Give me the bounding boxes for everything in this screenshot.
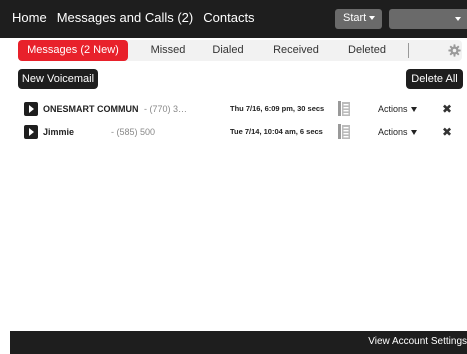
top-navigation-bar: Home Messages and Calls (2) Contacts Sta…: [0, 0, 467, 38]
nav-home[interactable]: Home: [12, 10, 47, 25]
main-nav: Home Messages and Calls (2) Contacts: [12, 10, 255, 25]
delete-icon[interactable]: ✖: [442, 126, 452, 138]
actions-dropdown[interactable]: Actions: [378, 104, 417, 114]
actions-label: Actions: [378, 104, 408, 114]
caller-name: ONESMART COMMUN: [43, 104, 139, 114]
actions-label: Actions: [378, 127, 408, 137]
start-dropdown-button[interactable]: Start: [335, 9, 382, 29]
caller-number: - (585) 500: [111, 127, 156, 137]
gear-icon[interactable]: [448, 44, 461, 57]
tab-missed[interactable]: Missed: [136, 40, 200, 61]
voicemail-row: ONESMART COMMUN - (770) 3… Thu 7/16, 6:0…: [24, 101, 464, 118]
delete-all-button[interactable]: Delete All: [406, 69, 463, 89]
tab-dialed[interactable]: Dialed: [203, 40, 253, 61]
message-tabs: Messages (2 New) Missed Dialed Received …: [18, 40, 462, 61]
tab-deleted[interactable]: Deleted: [336, 40, 398, 61]
delete-icon[interactable]: ✖: [442, 103, 452, 115]
new-voicemail-button[interactable]: New Voicemail: [18, 69, 98, 89]
transcript-icon[interactable]: [338, 124, 350, 139]
play-icon[interactable]: [24, 102, 38, 116]
transcript-icon[interactable]: [338, 101, 350, 116]
footer-bar: View Account Settings: [10, 331, 467, 354]
caller-number: - (770) 3…: [144, 104, 188, 114]
play-icon[interactable]: [24, 125, 38, 139]
voicemail-date: Thu 7/16, 6:09 pm, 30 secs: [230, 104, 325, 113]
voicemail-date: Tue 7/14, 10:04 am, 6 secs: [230, 127, 323, 136]
start-label: Start: [343, 12, 367, 24]
account-dropdown-button[interactable]: [389, 9, 467, 29]
nav-contacts[interactable]: Contacts: [203, 10, 254, 25]
tab-received[interactable]: Received: [261, 40, 331, 61]
triangle-down-icon: [410, 130, 417, 136]
nav-messages-and-calls[interactable]: Messages and Calls (2): [57, 10, 194, 25]
actions-dropdown[interactable]: Actions: [378, 127, 417, 137]
triangle-down-icon: [410, 107, 417, 113]
view-account-settings-link[interactable]: View Account Settings: [368, 336, 467, 347]
tab-divider: [408, 43, 409, 58]
chevron-down-icon: [369, 16, 376, 21]
caller-name: Jimmie: [43, 127, 75, 137]
voicemail-row: Jimmie - (585) 500 Tue 7/14, 10:04 am, 6…: [24, 124, 464, 141]
chevron-down-icon: [455, 17, 461, 21]
tab-messages[interactable]: Messages (2 New): [18, 40, 128, 61]
